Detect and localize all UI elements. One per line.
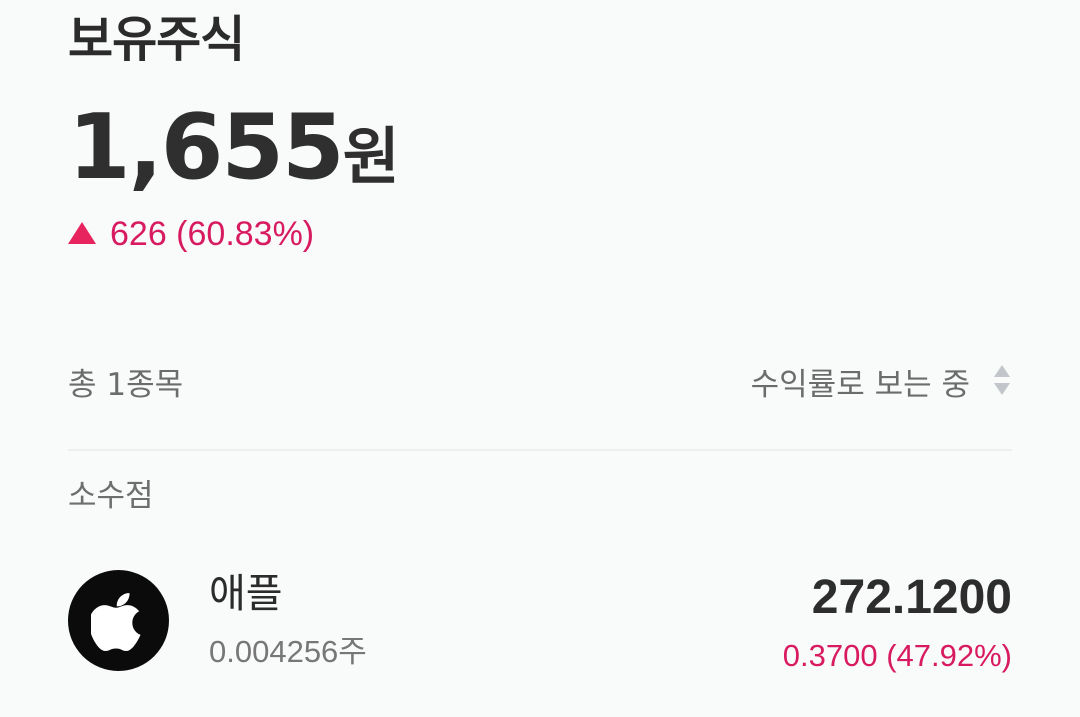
total-value-unit: 원	[342, 120, 400, 193]
triangle-up-icon	[68, 222, 96, 244]
holdings-summary-row: 총 1종목 수익률로 보는 중	[68, 356, 1012, 406]
sort-label: 수익률로 보는 중	[750, 366, 970, 403]
stock-row-apple[interactable]: 애플 0.004256주 272.1200 0.3700 (47.92%)	[68, 560, 1012, 680]
sort-toggle-button[interactable]: 수익률로 보는 중	[751, 359, 1012, 404]
total-holdings-value: 1,655 원	[68, 100, 400, 196]
holdings-count: 총 1종목	[68, 366, 184, 403]
stock-name: 애플	[209, 571, 283, 617]
stock-quantity: 0.004256주	[209, 634, 367, 669]
page-title: 보유주식	[68, 11, 245, 68]
divider	[68, 449, 1012, 451]
apple-logo-icon	[68, 570, 169, 671]
sort-updown-icon	[992, 363, 1012, 399]
stock-price: 272.1200	[811, 571, 1012, 624]
total-change: 626 (60.83%)	[68, 210, 314, 258]
section-label-fractional: 소수점	[68, 478, 154, 514]
stock-change: 0.3700 (47.92%)	[782, 638, 1012, 673]
total-value-amount: 1,655	[68, 95, 345, 200]
total-change-text: 626 (60.83%)	[110, 214, 315, 253]
